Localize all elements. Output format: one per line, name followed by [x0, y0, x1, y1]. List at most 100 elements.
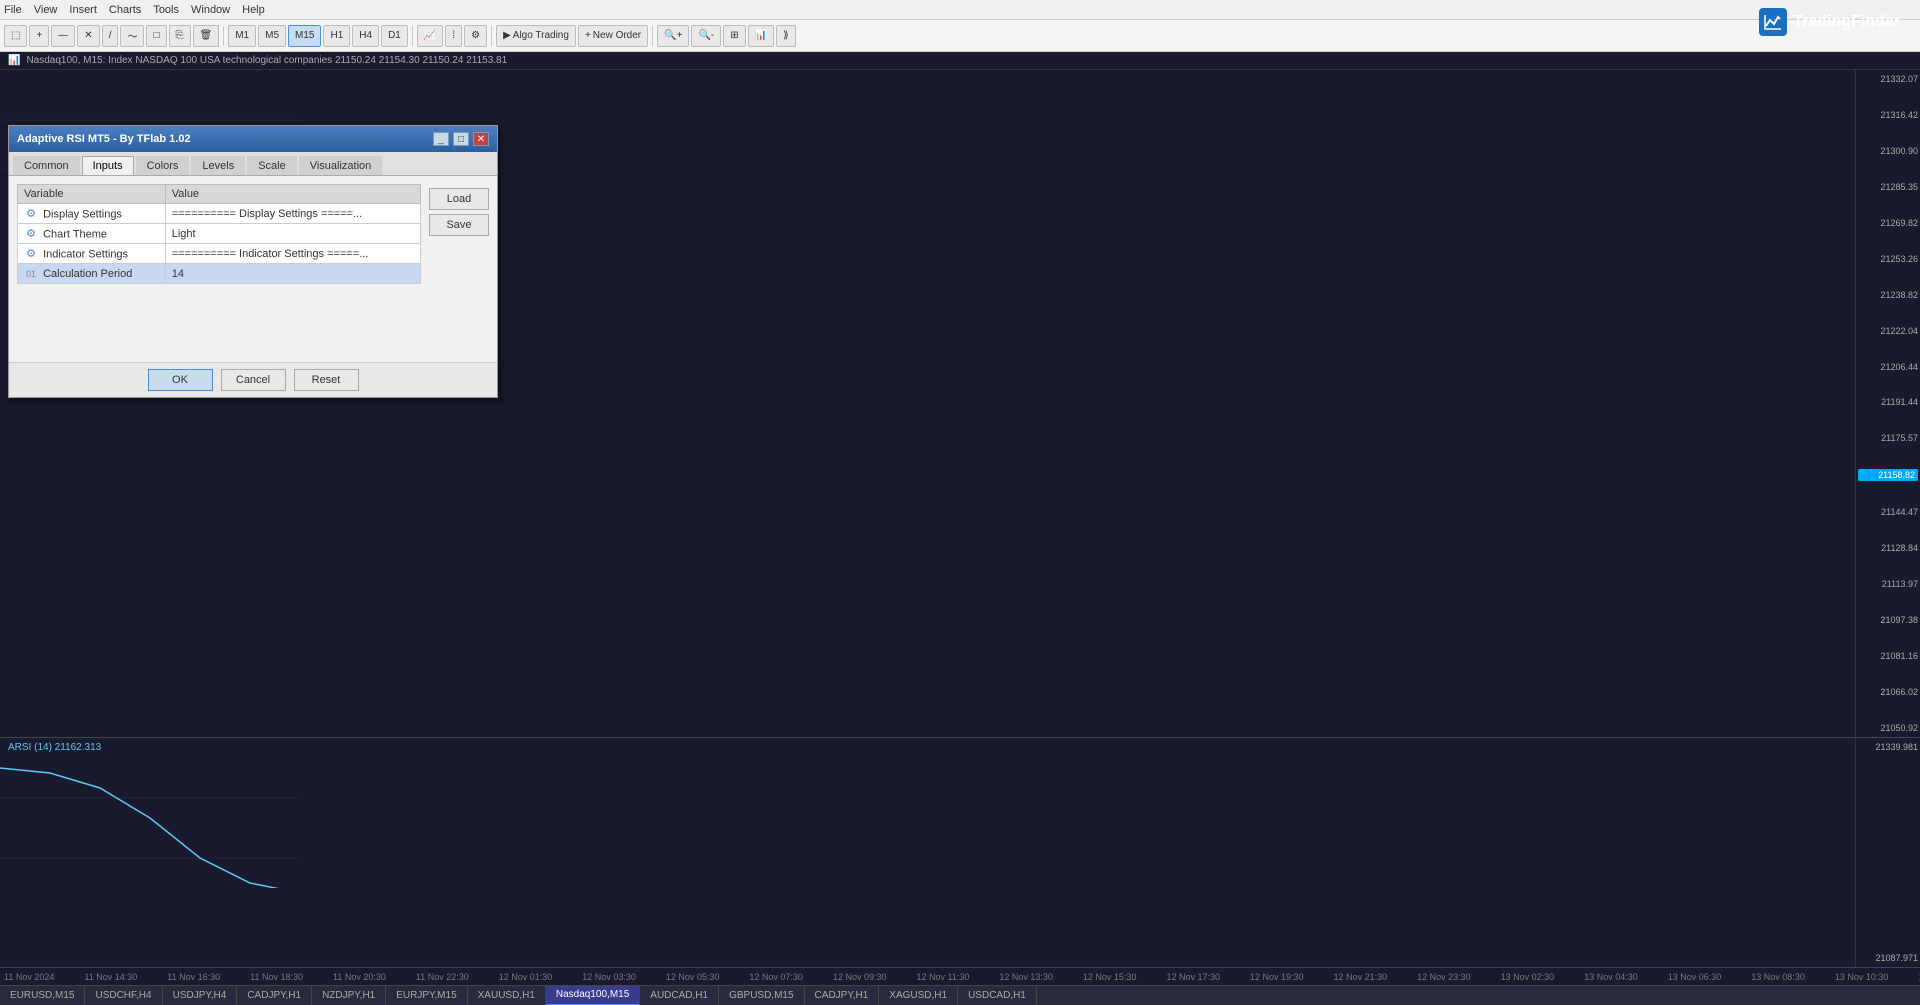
reset-button[interactable]: Reset: [294, 369, 359, 391]
val-cell-2[interactable]: ========== Indicator Settings =====...: [165, 244, 420, 264]
symbol-tab-AUDCAD-H1[interactable]: AUDCAD,H1: [640, 986, 719, 1005]
grid-toggle[interactable]: ⊞: [723, 25, 745, 47]
time-label: 12 Nov 17:30: [1166, 972, 1220, 982]
timeframe-h4[interactable]: H4: [352, 25, 379, 47]
menu-help[interactable]: Help: [242, 4, 265, 16]
symbol-tab-GBPUSD-M15[interactable]: GBPUSD,M15: [719, 986, 804, 1005]
new-order-btn[interactable]: + New Order: [578, 25, 648, 47]
toolbar-btn-copy[interactable]: ⎘: [169, 25, 191, 47]
tab-common[interactable]: Common: [13, 156, 80, 175]
timeframe-m15[interactable]: M15: [288, 25, 321, 47]
variable-table: Variable Value ⚙ Display Settings ======…: [17, 184, 421, 284]
val-cell-3[interactable]: 14: [165, 264, 420, 284]
menu-view[interactable]: View: [34, 4, 58, 16]
chart-type-line[interactable]: 📈: [417, 25, 443, 47]
toolbar-btn-rect[interactable]: □: [146, 25, 166, 47]
timeframe-m5[interactable]: M5: [258, 25, 286, 47]
chart-info-text: Nasdaq100, M15: Index NASDAQ 100 USA tec…: [26, 55, 507, 66]
tab-visualization[interactable]: Visualization: [299, 156, 383, 175]
indicator-price-bot: 21087.971: [1858, 953, 1918, 963]
symbol-tab-CADJPY-H1[interactable]: CADJPY,H1: [237, 986, 312, 1005]
val-cell-0[interactable]: ========== Display Settings =====...: [165, 204, 420, 224]
toolbar-btn-minus[interactable]: —: [51, 25, 75, 47]
time-label: 12 Nov 01:30: [499, 972, 553, 982]
dialog-minimize-btn[interactable]: _: [433, 132, 449, 146]
symbol-tab-NZDJPY-H1[interactable]: NZDJPY,H1: [312, 986, 386, 1005]
table-row[interactable]: ⚙ Indicator Settings ========== Indicato…: [18, 244, 421, 264]
menu-insert[interactable]: Insert: [69, 4, 97, 16]
toolbar-btn-line[interactable]: /: [102, 25, 119, 47]
dialog-maximize-btn[interactable]: □: [453, 132, 469, 146]
var-cell-2: ⚙ Indicator Settings: [18, 244, 166, 264]
symbol-tab-USDJPY-H4[interactable]: USDJPY,H4: [163, 986, 238, 1005]
toolbar-btn-plus[interactable]: +: [29, 25, 49, 47]
ok-button[interactable]: OK: [148, 369, 213, 391]
time-axis: 11 Nov 202411 Nov 14:3011 Nov 16:3011 No…: [0, 967, 1920, 985]
toolbar-btn-cross[interactable]: ✕: [77, 25, 99, 47]
time-label: 12 Nov 19:30: [1250, 972, 1304, 982]
scroll-right[interactable]: ⟫: [776, 25, 796, 47]
toolbar-sep-1: [223, 26, 224, 46]
toolbar: ⬚ + — ✕ / 〜 □ ⎘ 🗑 M1 M5 M15 H1 H4 D1 📈 ⁞…: [0, 20, 1920, 52]
timeframe-d1[interactable]: D1: [381, 25, 408, 47]
dialog-bottom-buttons: OK Cancel Reset: [9, 362, 497, 397]
table-row[interactable]: ⚙ Chart Theme Light: [18, 224, 421, 244]
logo-icon: [1759, 8, 1787, 36]
algo-trading-btn[interactable]: ▶ Algo Trading: [496, 25, 576, 47]
symbol-tab-EURUSD-M15[interactable]: EURUSD,M15: [0, 986, 85, 1005]
timeframe-h1[interactable]: H1: [323, 25, 350, 47]
price-label-p4: 21269.82: [1858, 218, 1918, 228]
cancel-button[interactable]: Cancel: [221, 369, 286, 391]
symbol-tab-EURJPY-M15[interactable]: EURJPY,M15: [386, 986, 467, 1005]
toolbar-btn-0[interactable]: ⬚: [4, 25, 27, 47]
symbol-tab-CADJPY-H1[interactable]: CADJPY,H1: [805, 986, 880, 1005]
chart-properties[interactable]: ⚙: [464, 25, 487, 47]
indicator-label: ARSI (14) 21162.313: [8, 742, 101, 753]
dialog-controls: _ □ ✕: [433, 132, 489, 146]
dialog-close-btn[interactable]: ✕: [473, 132, 489, 146]
dialog-empty-space: [17, 284, 489, 354]
table-row[interactable]: ⚙ Display Settings ========== Display Se…: [18, 204, 421, 224]
time-label: 12 Nov 11:30: [916, 972, 969, 982]
table-row-selected[interactable]: 01 Calculation Period 14: [18, 264, 421, 284]
timeframe-m1[interactable]: M1: [228, 25, 256, 47]
gear-icon-2: ⚙: [24, 247, 38, 261]
menu-charts[interactable]: Charts: [109, 4, 141, 16]
menu-window[interactable]: Window: [191, 4, 230, 16]
tab-inputs[interactable]: Inputs: [82, 156, 134, 175]
price-label-current: 21158.82: [1858, 469, 1918, 481]
menu-tools[interactable]: Tools: [153, 4, 179, 16]
symbol-tab-Nasdaq100-M15[interactable]: Nasdaq100,M15: [546, 986, 640, 1005]
time-label: 11 Nov 14:30: [84, 972, 137, 982]
tab-colors[interactable]: Colors: [136, 156, 190, 175]
menu-file[interactable]: File: [4, 4, 22, 16]
time-label: 13 Nov 06:30: [1668, 972, 1722, 982]
tab-levels[interactable]: Levels: [191, 156, 245, 175]
vol-toggle[interactable]: 📊: [748, 25, 774, 47]
symbol-tab-USDCAD-H1[interactable]: USDCAD,H1: [958, 986, 1037, 1005]
toolbar-sep-2: [412, 26, 413, 46]
val-cell-1[interactable]: Light: [165, 224, 420, 244]
tradingfinder-logo: TradingFinder: [1759, 8, 1900, 36]
time-label: 12 Nov 23:30: [1417, 972, 1471, 982]
chart-type-bar[interactable]: ⁞: [445, 25, 462, 47]
toolbar-btn-curve[interactable]: 〜: [120, 25, 144, 47]
save-button[interactable]: Save: [429, 214, 489, 236]
price-label-p1: 21316.42: [1858, 110, 1918, 120]
price-label-p6: 21238.82: [1858, 290, 1918, 300]
toolbar-btn-del[interactable]: 🗑: [193, 25, 220, 47]
time-label: 11 Nov 16:30: [167, 972, 220, 982]
price-label-p15: 21081.16: [1858, 651, 1918, 661]
symbol-tab-XAGUSD-H1[interactable]: XAGUSD,H1: [879, 986, 958, 1005]
price-label-p9: 21191.44: [1858, 397, 1918, 407]
load-button[interactable]: Load: [429, 188, 489, 210]
indicator-dialog[interactable]: Adaptive RSI MT5 - By TFlab 1.02 _ □ ✕ C…: [8, 125, 498, 398]
zoom-in[interactable]: 🔍+: [657, 25, 689, 47]
symbol-tab-USDCHF-H4[interactable]: USDCHF,H4: [85, 986, 162, 1005]
tab-scale[interactable]: Scale: [247, 156, 297, 175]
zoom-out[interactable]: 🔍-: [691, 25, 721, 47]
time-label: 13 Nov 08:30: [1751, 972, 1805, 982]
price-label-high: 21332.07: [1858, 74, 1918, 84]
symbol-tab-XAUUSD-H1[interactable]: XAUUSD,H1: [468, 986, 546, 1005]
time-label: 12 Nov 07:30: [749, 972, 803, 982]
